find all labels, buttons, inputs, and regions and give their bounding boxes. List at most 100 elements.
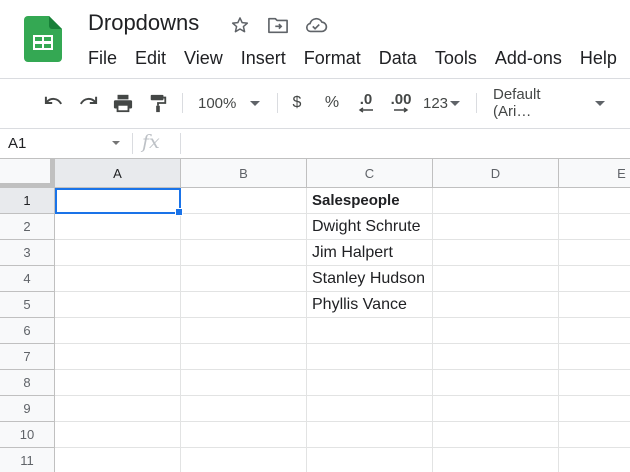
cell-d11[interactable] [433,448,559,472]
cell-c2[interactable]: Dwight Schrute [307,214,433,240]
cell-c9[interactable] [307,396,433,422]
row-header-3[interactable]: 3 [0,240,55,266]
cell-e2[interactable] [559,214,630,240]
cell-c3[interactable]: Jim Halpert [307,240,433,266]
row-header-10[interactable]: 10 [0,422,55,448]
cell-e6[interactable] [559,318,630,344]
increase-decimal-button[interactable]: .00 [387,91,415,115]
cell-d9[interactable] [433,396,559,422]
cell-c4[interactable]: Stanley Hudson [307,266,433,292]
menu-file[interactable]: File [79,46,126,71]
cell-d5[interactable] [433,292,559,318]
cell-a11[interactable] [55,448,181,472]
cell-a2[interactable] [55,214,181,240]
cell-d8[interactable] [433,370,559,396]
menu-insert[interactable]: Insert [232,46,295,71]
document-title[interactable]: Dropdowns [88,10,199,36]
print-icon[interactable] [111,91,135,115]
cell-b7[interactable] [181,344,307,370]
cell-e3[interactable] [559,240,630,266]
cell-a9[interactable] [55,396,181,422]
column-header-c[interactable]: C [307,159,433,188]
cloud-status-icon[interactable] [304,13,328,37]
cell-a7[interactable] [55,344,181,370]
formula-input[interactable] [190,133,620,154]
decrease-decimal-button[interactable]: .0 [353,91,379,115]
cell-d1[interactable] [433,188,559,214]
cell-a3[interactable] [55,240,181,266]
cell-b9[interactable] [181,396,307,422]
cell-e8[interactable] [559,370,630,396]
cell-b2[interactable] [181,214,307,240]
name-box[interactable]: A1 [0,129,128,158]
cell-e1[interactable] [559,188,630,214]
cell-c11[interactable] [307,448,433,472]
cell-b3[interactable] [181,240,307,266]
cell-e10[interactable] [559,422,630,448]
column-header-b[interactable]: B [181,159,307,188]
font-family-select[interactable]: Default (Ari… [493,86,605,120]
cell-b6[interactable] [181,318,307,344]
menu-format[interactable]: Format [295,46,370,71]
cell-d7[interactable] [433,344,559,370]
column-header-d[interactable]: D [433,159,559,188]
move-to-folder-icon[interactable] [266,13,290,37]
sheets-logo-icon[interactable] [24,16,62,67]
menu-data[interactable]: Data [370,46,426,71]
cell-d6[interactable] [433,318,559,344]
menu-help[interactable]: Help [571,46,626,71]
column-header-a[interactable]: A [55,159,181,188]
cell-d10[interactable] [433,422,559,448]
more-formats-button[interactable]: 123 [423,91,463,115]
cell-a6[interactable] [55,318,181,344]
menu-edit[interactable]: Edit [126,46,175,71]
cell-c6[interactable] [307,318,433,344]
zoom-select[interactable]: 100% [198,91,268,115]
row-header-4[interactable]: 4 [0,266,55,292]
menu-view[interactable]: View [175,46,232,71]
cell-c1[interactable]: Salespeople [307,188,433,214]
star-icon[interactable] [228,13,252,37]
cell-b5[interactable] [181,292,307,318]
cell-e9[interactable] [559,396,630,422]
cell-e4[interactable] [559,266,630,292]
cell-d2[interactable] [433,214,559,240]
row-header-9[interactable]: 9 [0,396,55,422]
currency-format-button[interactable]: $ [287,91,307,115]
cell-a4[interactable] [55,266,181,292]
cell-c7[interactable] [307,344,433,370]
fill-handle[interactable] [175,208,183,216]
row-header-6[interactable]: 6 [0,318,55,344]
menu-tools[interactable]: Tools [426,46,486,71]
menu-bar: File Edit View Insert Format Data Tools … [79,46,626,71]
column-header-e[interactable]: E [559,159,630,188]
redo-icon[interactable] [76,91,100,115]
cell-d3[interactable] [433,240,559,266]
cell-b8[interactable] [181,370,307,396]
cell-d4[interactable] [433,266,559,292]
cell-b4[interactable] [181,266,307,292]
cell-a8[interactable] [55,370,181,396]
cell-a5[interactable] [55,292,181,318]
cell-e5[interactable] [559,292,630,318]
cell-a1[interactable] [55,188,181,214]
row-header-8[interactable]: 8 [0,370,55,396]
cell-e11[interactable] [559,448,630,472]
percent-format-button[interactable]: % [322,91,342,115]
paint-format-icon[interactable] [147,91,169,115]
cell-b11[interactable] [181,448,307,472]
menu-add-ons[interactable]: Add-ons [486,46,571,71]
row-header-5[interactable]: 5 [0,292,55,318]
cell-e7[interactable] [559,344,630,370]
row-header-11[interactable]: 11 [0,448,55,472]
cell-c10[interactable] [307,422,433,448]
cell-c5[interactable]: Phyllis Vance [307,292,433,318]
cell-c8[interactable] [307,370,433,396]
row-header-7[interactable]: 7 [0,344,55,370]
cell-b10[interactable] [181,422,307,448]
row-header-1[interactable]: 1 [0,188,55,214]
row-header-2[interactable]: 2 [0,214,55,240]
cell-b1[interactable] [181,188,307,214]
undo-icon[interactable] [42,91,66,115]
cell-a10[interactable] [55,422,181,448]
